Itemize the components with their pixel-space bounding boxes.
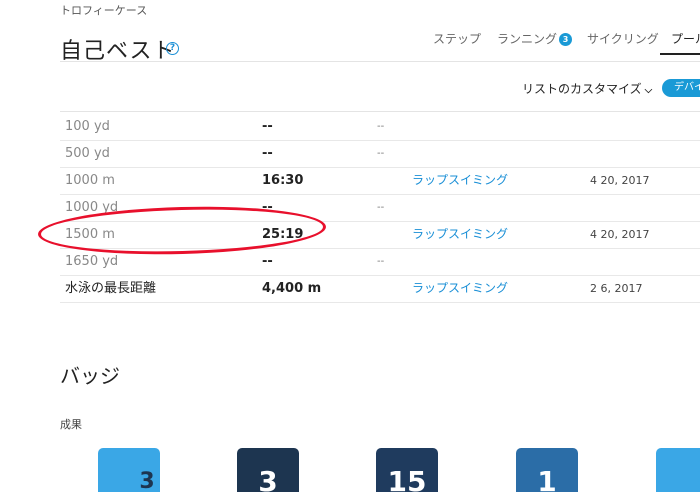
record-time: -- bbox=[262, 146, 273, 161]
table-row: 水泳の最長距離 4,400 m ラップスイミング 2 6, 2017 bbox=[60, 275, 700, 303]
winged-badge-icon[interactable]: 3 bbox=[237, 448, 299, 492]
record-date: 4 20, 2017 bbox=[590, 228, 650, 241]
record-name: 1650 yd bbox=[65, 254, 119, 269]
record-time: 16:30 bbox=[262, 173, 304, 188]
record-placeholder: -- bbox=[377, 202, 385, 213]
record-name: 100 yd bbox=[65, 119, 110, 134]
winged-1-badge-icon[interactable]: 1 bbox=[516, 448, 578, 492]
table-row: 100 yd -- -- bbox=[60, 113, 700, 141]
achievements-label: 成果 bbox=[60, 418, 82, 431]
record-date: 2 6, 2017 bbox=[590, 282, 643, 295]
record-name: 1500 m bbox=[65, 227, 115, 242]
table-row: 500 yd -- -- bbox=[60, 140, 700, 168]
table-row: 1500 m 25:19 ラップスイミング 4 20, 2017 bbox=[60, 221, 700, 249]
record-date: 4 20, 2017 bbox=[590, 174, 650, 187]
record-name: 1000 m bbox=[65, 173, 115, 188]
winged-15-badge-icon[interactable]: 15 bbox=[376, 448, 438, 492]
record-time: -- bbox=[262, 200, 273, 215]
active-tab-indicator bbox=[660, 53, 700, 55]
record-time: 4,400 m bbox=[262, 281, 322, 296]
record-placeholder: -- bbox=[377, 256, 385, 267]
record-time: -- bbox=[262, 254, 273, 269]
record-activity-link[interactable]: ラップスイミング bbox=[412, 221, 508, 248]
breadcrumb[interactable]: トロフィーケース bbox=[60, 2, 147, 18]
record-name: 水泳の最長距離 bbox=[65, 281, 157, 296]
chevron-down-icon: ⌵ bbox=[644, 85, 653, 96]
record-activity-link[interactable]: ラップスイミング bbox=[412, 275, 508, 302]
table-top-divider bbox=[60, 111, 700, 112]
record-time: -- bbox=[262, 119, 273, 134]
record-activity-link[interactable]: ラップスイミング bbox=[412, 167, 508, 194]
record-placeholder: -- bbox=[377, 148, 385, 159]
record-name: 1000 yd bbox=[65, 200, 119, 215]
table-row: 1650 yd -- -- bbox=[60, 248, 700, 276]
record-time: 25:19 bbox=[262, 227, 304, 242]
tab-cycling[interactable]: サイクリング bbox=[587, 30, 659, 47]
header-divider bbox=[60, 61, 700, 62]
tab-steps[interactable]: ステップ bbox=[433, 30, 481, 47]
record-name: 500 yd bbox=[65, 146, 110, 161]
tab-pool[interactable]: プール bbox=[671, 30, 700, 47]
running-count-badge: 3 bbox=[559, 33, 573, 46]
record-placeholder: -- bbox=[377, 121, 385, 132]
thumbs-up-badge-icon[interactable]: 3 bbox=[98, 448, 160, 492]
device-button[interactable]: デバイ bbox=[662, 79, 700, 97]
tab-running[interactable]: ランニング 3 bbox=[497, 30, 573, 47]
table-row: 1000 yd -- -- bbox=[60, 194, 700, 222]
table-row: 1000 m 16:30 ラップスイミング 4 20, 2017 bbox=[60, 167, 700, 195]
badges-section-title: バッジ bbox=[60, 364, 120, 388]
help-icon[interactable]: ? bbox=[166, 42, 179, 55]
partial-badge-icon[interactable] bbox=[656, 448, 700, 492]
customize-list-dropdown[interactable]: リストのカスタマイズ ⌵ bbox=[522, 80, 652, 97]
